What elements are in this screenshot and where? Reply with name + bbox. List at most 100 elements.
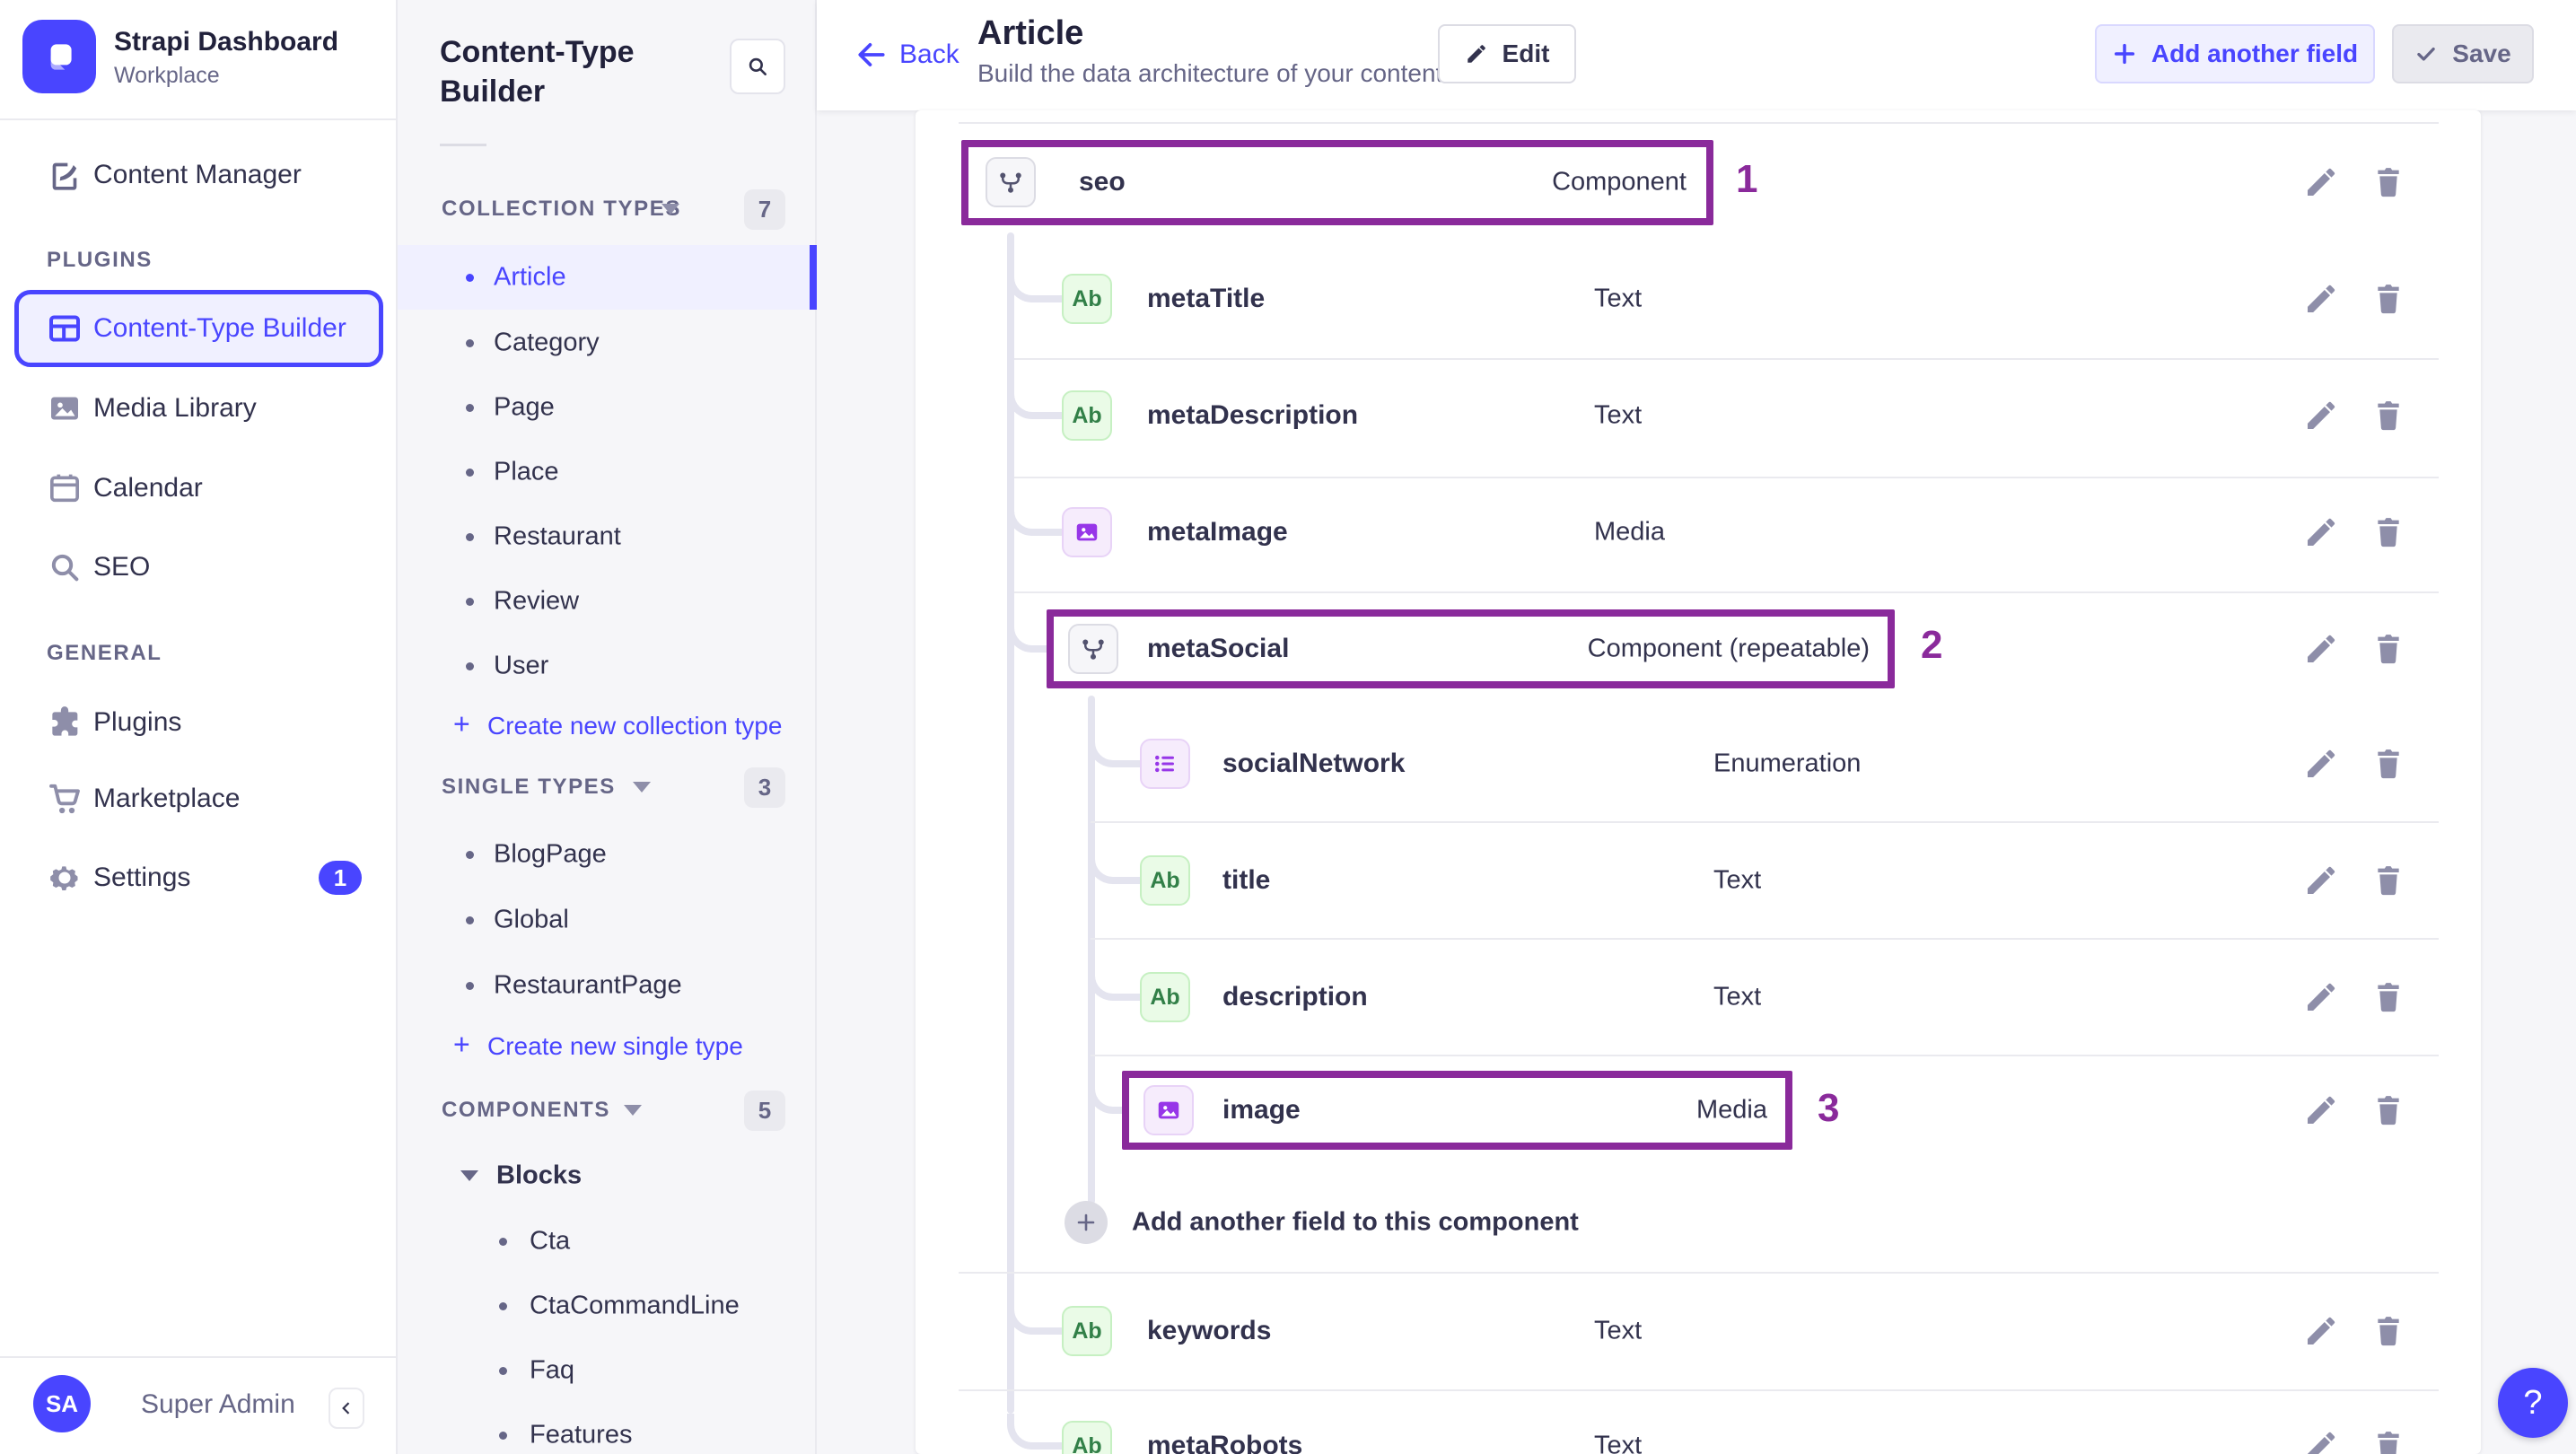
edit-field-icon[interactable] (2303, 1313, 2339, 1349)
avatar[interactable]: SA (33, 1375, 91, 1432)
divider (1014, 358, 2439, 360)
divider (440, 144, 486, 146)
single-types-header[interactable]: SINGLE TYPES (442, 775, 616, 800)
sidebar-item-ctacommandline[interactable]: CtaCommandLine (530, 1292, 740, 1321)
edit-field-icon[interactable] (2303, 281, 2339, 317)
delete-field-icon[interactable] (2370, 398, 2406, 434)
create-collection-type-link[interactable]: Create new collection type (487, 712, 782, 740)
chevron-down-icon (662, 204, 679, 215)
content-type-builder-icon (47, 311, 83, 351)
bullet-icon (499, 1238, 507, 1246)
delete-field-icon[interactable] (2370, 746, 2406, 782)
sidebar-item-cta[interactable]: Cta (530, 1227, 570, 1257)
tree-elbow (1007, 383, 1062, 419)
edit-field-icon[interactable] (2303, 746, 2339, 782)
delete-field-icon[interactable] (2370, 631, 2406, 667)
field-name-description: description (1222, 982, 1368, 1012)
sidebar-item-faq[interactable]: Faq (530, 1356, 574, 1386)
delete-field-icon[interactable] (2370, 164, 2406, 200)
sidebar-item-article-active[interactable] (398, 245, 817, 310)
edit-field-icon[interactable] (2303, 863, 2339, 898)
collection-types-count: 7 (744, 189, 785, 230)
tree-elbow (1007, 1414, 1062, 1450)
add-component-field-label[interactable]: Add another field to this component (1132, 1208, 1579, 1238)
sidebar-group-blocks[interactable]: Blocks (496, 1161, 582, 1191)
delete-field-icon[interactable] (2370, 1092, 2406, 1128)
sidebar-item-global[interactable]: Global (494, 906, 569, 935)
annotation-number-3: 3 (1818, 1086, 1840, 1130)
edit-field-icon[interactable] (2303, 631, 2339, 667)
edit-field-icon[interactable] (2303, 979, 2339, 1015)
back-link[interactable]: Back (899, 39, 959, 70)
add-another-field-label: Add another field (2151, 39, 2359, 67)
collapse-sidebar-button[interactable] (329, 1388, 364, 1429)
bullet-icon (466, 533, 474, 541)
delete-field-icon[interactable] (2370, 1428, 2406, 1454)
sidebar-item-page[interactable]: Page (494, 393, 555, 423)
sidebar-item-calendar[interactable]: Calendar (93, 473, 203, 504)
text-field-glyph: Ab (1072, 402, 1102, 428)
components-header[interactable]: COMPONENTS (442, 1098, 610, 1123)
divider (1014, 477, 2439, 478)
edit-field-icon[interactable] (2303, 398, 2339, 434)
text-field-icon: Ab (1140, 855, 1190, 906)
content-manager-icon (47, 157, 83, 197)
field-name-image: image (1222, 1095, 1301, 1125)
sidebar-item-plugins[interactable]: Plugins (93, 707, 181, 738)
sidebar-item-marketplace[interactable]: Marketplace (93, 784, 240, 814)
sidebar-item-restaurantpage[interactable]: RestaurantPage (494, 971, 682, 1001)
sidebar-item-category[interactable]: Category (494, 328, 600, 358)
components-count: 5 (744, 1090, 785, 1131)
sidebar-item-blogpage[interactable]: BlogPage (494, 840, 607, 870)
workspace-name: Workplace (114, 63, 220, 88)
delete-field-icon[interactable] (2370, 281, 2406, 317)
user-name: Super Admin (141, 1389, 295, 1419)
divider (0, 1356, 398, 1358)
chevron-down-icon[interactable] (460, 1170, 478, 1181)
edit-button-label: Edit (1502, 39, 1550, 67)
tree-elbow (1088, 731, 1140, 767)
sidebar-item-seo[interactable]: SEO (93, 552, 150, 582)
sidebar-item-review[interactable]: Review (494, 587, 579, 617)
field-type-metaimage: Media (1594, 517, 1665, 547)
add-component-field-button[interactable] (1065, 1201, 1108, 1244)
delete-field-icon[interactable] (2370, 979, 2406, 1015)
delete-field-icon[interactable] (2370, 1313, 2406, 1349)
sidebar-item-article[interactable]: Article (494, 263, 566, 293)
sidebar-item-content-manager[interactable]: Content Manager (93, 160, 302, 190)
edit-field-icon[interactable] (2303, 1428, 2339, 1454)
builder-sidebar: Content-Type Builder COLLECTION TYPES 7 … (398, 0, 817, 1454)
bullet-icon (466, 274, 474, 282)
component-field-icon (1068, 624, 1118, 674)
tree-elbow (1007, 1299, 1062, 1335)
edit-button[interactable]: Edit (1438, 24, 1576, 83)
chevron-down-icon (633, 782, 651, 793)
create-single-type-link[interactable]: Create new single type (487, 1032, 743, 1061)
sidebar-item-restaurant[interactable]: Restaurant (494, 522, 621, 552)
search-button[interactable] (730, 39, 785, 94)
sidebar-item-settings[interactable]: Settings (93, 863, 190, 893)
sidebar-item-place[interactable]: Place (494, 458, 559, 487)
edit-field-icon[interactable] (2303, 1092, 2339, 1128)
add-another-field-button[interactable]: Add another field (2095, 24, 2375, 83)
edit-field-icon[interactable] (2303, 164, 2339, 200)
collection-types-header[interactable]: COLLECTION TYPES (442, 197, 681, 222)
active-indicator (810, 245, 817, 310)
sidebar-item-user[interactable]: User (494, 652, 548, 681)
component-field-icon (986, 157, 1036, 207)
edit-field-icon[interactable] (2303, 514, 2339, 550)
sidebar-item-media-library[interactable]: Media Library (93, 393, 257, 424)
help-button[interactable]: ? (2498, 1368, 2568, 1438)
field-type-socialnetwork: Enumeration (1713, 749, 1862, 778)
field-type-metasocial: Component (repeatable) (1587, 634, 1870, 663)
save-button[interactable]: Save (2392, 24, 2534, 83)
divider (0, 118, 398, 120)
field-type-description: Text (1713, 982, 1762, 1012)
sidebar-item-content-type-builder-label: Content-Type Builder (93, 313, 346, 343)
delete-field-icon[interactable] (2370, 863, 2406, 898)
text-field-icon: Ab (1062, 390, 1112, 441)
app-root: Strapi Dashboard Workplace Content Manag… (0, 0, 2576, 1454)
delete-field-icon[interactable] (2370, 514, 2406, 550)
sidebar-item-features[interactable]: Features (530, 1421, 632, 1450)
plus-icon (2114, 43, 2134, 65)
